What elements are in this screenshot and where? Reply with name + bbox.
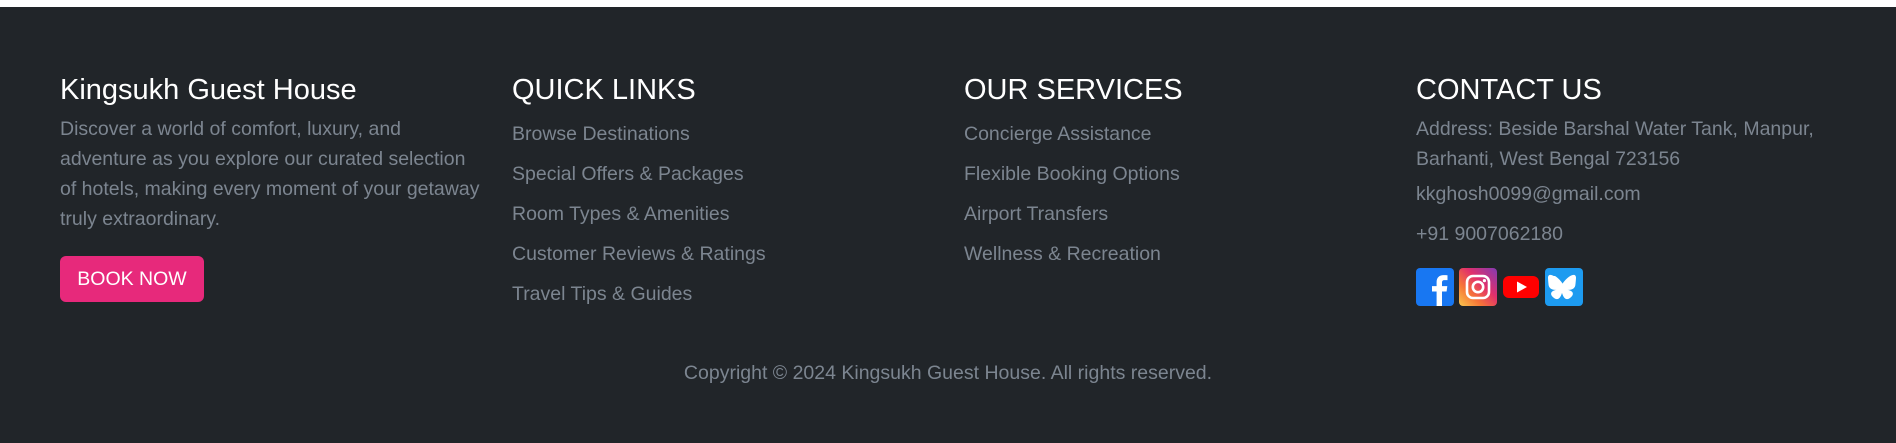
quick-link-item[interactable]: Room Types & Amenities <box>512 194 932 234</box>
contact-heading: CONTACT US <box>1416 74 1602 106</box>
bluesky-icon[interactable] <box>1545 268 1583 306</box>
service-item[interactable]: Airport Transfers <box>964 194 1384 234</box>
services-column: OUR SERVICES Concierge Assistance Flexib… <box>964 68 1384 274</box>
quick-link-item[interactable]: Travel Tips & Guides <box>512 274 932 314</box>
contact-address: Address: Beside Barshal Water Tank, Manp… <box>1416 118 1814 170</box>
instagram-icon[interactable] <box>1459 268 1497 306</box>
service-flexible-booking[interactable]: Flexible Booking Options <box>964 163 1180 185</box>
quick-link-item[interactable]: Special Offers & Packages <box>512 154 932 194</box>
brand-name: Kingsukh Guest House <box>60 74 357 106</box>
service-wellness[interactable]: Wellness & Recreation <box>964 243 1161 265</box>
bluesky-glyph <box>1548 274 1576 300</box>
service-item[interactable]: Wellness & Recreation <box>964 234 1384 274</box>
site-footer: Kingsukh Guest House Discover a world of… <box>0 7 1896 443</box>
quick-link-item[interactable]: Browse Destinations <box>512 114 932 154</box>
top-page-strip <box>0 0 1896 7</box>
quick-link-browse-destinations[interactable]: Browse Destinations <box>512 123 690 145</box>
contact-email[interactable]: kkghosh0099@gmail.com <box>1416 174 1856 214</box>
quick-link-travel-tips[interactable]: Travel Tips & Guides <box>512 283 692 305</box>
book-now-button[interactable]: BOOK NOW <box>60 256 204 302</box>
brand-column: Kingsukh Guest House Discover a world of… <box>60 68 486 302</box>
service-concierge[interactable]: Concierge Assistance <box>964 123 1152 145</box>
quick-link-customer-reviews[interactable]: Customer Reviews & Ratings <box>512 243 766 265</box>
quick-link-item[interactable]: Customer Reviews & Ratings <box>512 234 932 274</box>
services-list: Concierge Assistance Flexible Booking Op… <box>964 114 1384 274</box>
youtube-icon[interactable] <box>1502 268 1540 306</box>
service-item[interactable]: Concierge Assistance <box>964 114 1384 154</box>
quick-links-column: QUICK LINKS Browse Destinations Special … <box>512 68 932 314</box>
brand-description: Discover a world of comfort, luxury, and… <box>60 118 480 230</box>
quick-links-heading: QUICK LINKS <box>512 74 696 106</box>
services-heading: OUR SERVICES <box>964 74 1183 106</box>
contact-phone[interactable]: +91 9007062180 <box>1416 214 1856 254</box>
youtube-glyph <box>1503 276 1539 298</box>
quick-link-special-offers[interactable]: Special Offers & Packages <box>512 163 744 185</box>
facebook-icon[interactable] <box>1416 268 1454 306</box>
instagram-glyph <box>1465 274 1491 300</box>
quick-links-list: Browse Destinations Special Offers & Pac… <box>512 114 932 314</box>
facebook-glyph <box>1432 275 1448 306</box>
service-item[interactable]: Flexible Booking Options <box>964 154 1384 194</box>
quick-link-room-types[interactable]: Room Types & Amenities <box>512 203 730 225</box>
social-links <box>1416 268 1856 306</box>
contact-column: CONTACT US Address: Beside Barshal Water… <box>1416 68 1856 306</box>
copyright-text: Copyright © 2024 Kingsukh Guest House. A… <box>683 362 1213 384</box>
service-airport-transfers[interactable]: Airport Transfers <box>964 203 1108 225</box>
